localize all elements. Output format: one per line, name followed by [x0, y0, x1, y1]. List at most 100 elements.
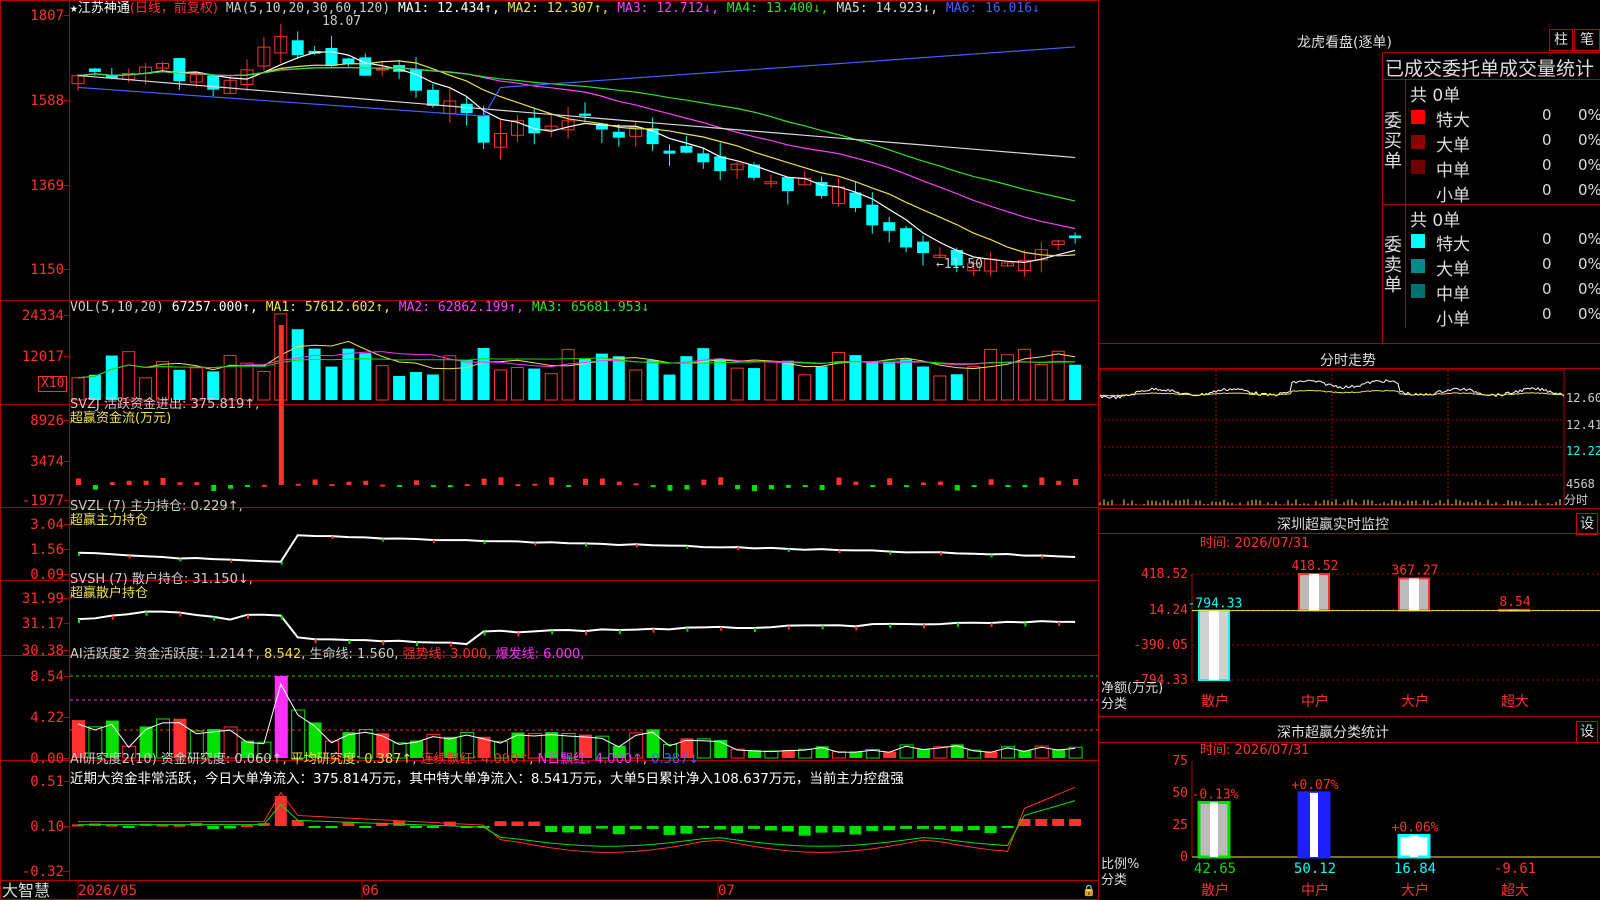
price-tick-2: 1369: [30, 178, 64, 194]
svsh-header: SVSH (7) 散户持仓: 31.150↓,: [70, 572, 253, 587]
vol-bar: [544, 373, 558, 401]
dragon-title: 龙虎看盘(逐单): [1297, 35, 1392, 51]
svzl-header: SVZL (7) 主力持仓: 0.229↑,: [70, 499, 243, 514]
classify-bar-hi-2: [1410, 835, 1418, 857]
svsh-mark: [517, 632, 520, 637]
ai-res-b: 平均研究度: 0.387↑: [290, 752, 413, 767]
monitor-value-3: 8.54: [1499, 595, 1530, 610]
fundflow-bar: [363, 480, 369, 485]
buy-swatch-0: [1411, 110, 1425, 124]
svsh-mark: [280, 615, 283, 620]
research-bar: [933, 826, 946, 830]
svzl-tick-1: 1.56: [30, 542, 64, 558]
candle-body: [612, 131, 625, 138]
tick-view-button[interactable]: 笔: [1574, 29, 1600, 51]
dragon-tabs[interactable]: 已成交委托单成交量统计: [1385, 54, 1594, 81]
xaxis-label-2: 07: [718, 883, 735, 899]
fundflow-bar: [887, 478, 893, 485]
vol-bar: [866, 361, 879, 400]
ai-activity-header: AI活跃度2 资金活跃度: 1.214↑, 8.542, 生命线: 1.560,…: [70, 647, 585, 662]
vol-bar: [240, 362, 254, 401]
svzl-tick-0: 3.04: [30, 517, 64, 533]
buy-count-3: 0: [1542, 181, 1552, 199]
svzl-mark: [939, 552, 942, 556]
fundflow-bar: [633, 483, 639, 486]
monitor-tick-0: 418.52: [1141, 567, 1188, 582]
svsh-mark: [213, 616, 216, 621]
vol-bar: [156, 361, 169, 401]
classify-cat-3: 超大: [1501, 883, 1529, 899]
vol-bar: [291, 329, 304, 400]
vol-bar: [663, 374, 676, 400]
vol-bar: [410, 372, 422, 400]
vol-bar: [815, 366, 828, 400]
period-label[interactable]: (日线，前复权): [130, 1, 218, 16]
research-bar: [849, 826, 862, 835]
fundflow-bar: [785, 485, 791, 488]
aiact-tick-0: 8.54: [30, 669, 64, 685]
vol-bar: [579, 359, 591, 400]
svsh-mark: [1058, 621, 1061, 626]
research-bar: [629, 826, 642, 830]
star-icon[interactable]: ★: [70, 1, 78, 16]
activity-bar: [291, 709, 306, 759]
classify-settings-button[interactable]: 设: [1576, 721, 1598, 743]
research-bar: [122, 826, 135, 828]
low-mark: ←11.50: [936, 257, 983, 272]
svsh-mark: [348, 639, 351, 644]
research-bar: [832, 826, 845, 833]
aires-tick-2: -0.32: [22, 864, 64, 880]
price-ma-2: [77, 60, 1076, 257]
monitor-cat-0: 散户: [1201, 693, 1229, 710]
classify-bar-hi-1: [1310, 792, 1318, 857]
fundflow-bar: [295, 483, 301, 486]
xaxis-label-1: 06: [362, 883, 379, 899]
svsh-mark: [889, 623, 892, 628]
price-tick-1: 1588: [30, 93, 64, 109]
research-bar: [511, 821, 524, 826]
research-bar: [1052, 818, 1065, 826]
classify-tick-3: 0: [1180, 850, 1188, 865]
fundflow-bar: [109, 482, 115, 485]
vol-bar: [189, 367, 203, 401]
research-bar: [815, 826, 828, 833]
aiact-tick-2: 0.00: [30, 751, 64, 767]
vol-bar: [748, 368, 760, 400]
fundflow-bar: [414, 480, 419, 485]
vol-bar: [173, 369, 186, 400]
vol-unit[interactable]: X10: [38, 376, 68, 392]
classify-tick-0: 75: [1172, 754, 1188, 769]
research-bar: [1069, 818, 1082, 826]
fundflow-bar: [1056, 480, 1062, 485]
svsh-mark: [956, 622, 959, 627]
fundflow-bar: [126, 480, 132, 485]
bar-view-button[interactable]: 柱: [1549, 29, 1573, 51]
fundflow-bar: [718, 477, 724, 485]
classify-value-3: -9.61: [1494, 861, 1536, 877]
ai-res-d: N日飘红: 4.000↑: [537, 752, 643, 767]
vol-bar: [561, 348, 575, 401]
research-bar: [680, 826, 693, 834]
buy-swatch-1: [1411, 135, 1425, 149]
research-bar: [494, 821, 507, 826]
ma-values: MA1: 12.434↑, MA2: 12.307↑, MA3: 12.712↓…: [398, 1, 1040, 16]
svsh-mark: [551, 630, 554, 635]
ai-res-a: AI研究度2(10) 资金研究度: 0.060↑: [70, 752, 283, 767]
research-bar: [917, 826, 929, 829]
research-bar: [984, 826, 997, 833]
svzl-tick-2: 0.09: [30, 567, 64, 583]
vol-bar: [1069, 364, 1082, 400]
monitor-settings-button[interactable]: 设: [1576, 513, 1598, 535]
high-mark: 18.07: [322, 14, 362, 29]
svzl-mark: [78, 552, 80, 556]
svsh-mark: [923, 624, 925, 629]
ma-value-2: MA2: 12.307↑,: [507, 1, 610, 16]
vol-bar: [342, 348, 355, 400]
classify-ylabel: 比例%: [1101, 857, 1140, 872]
lock-icon[interactable]: 🔒: [1082, 884, 1096, 898]
buy-count-2: 0: [1542, 156, 1552, 174]
research-bar: [731, 826, 744, 834]
svsh-mark: [990, 622, 993, 627]
svsh-mark: [78, 619, 80, 624]
stock-name[interactable]: 江苏神通: [78, 1, 130, 16]
